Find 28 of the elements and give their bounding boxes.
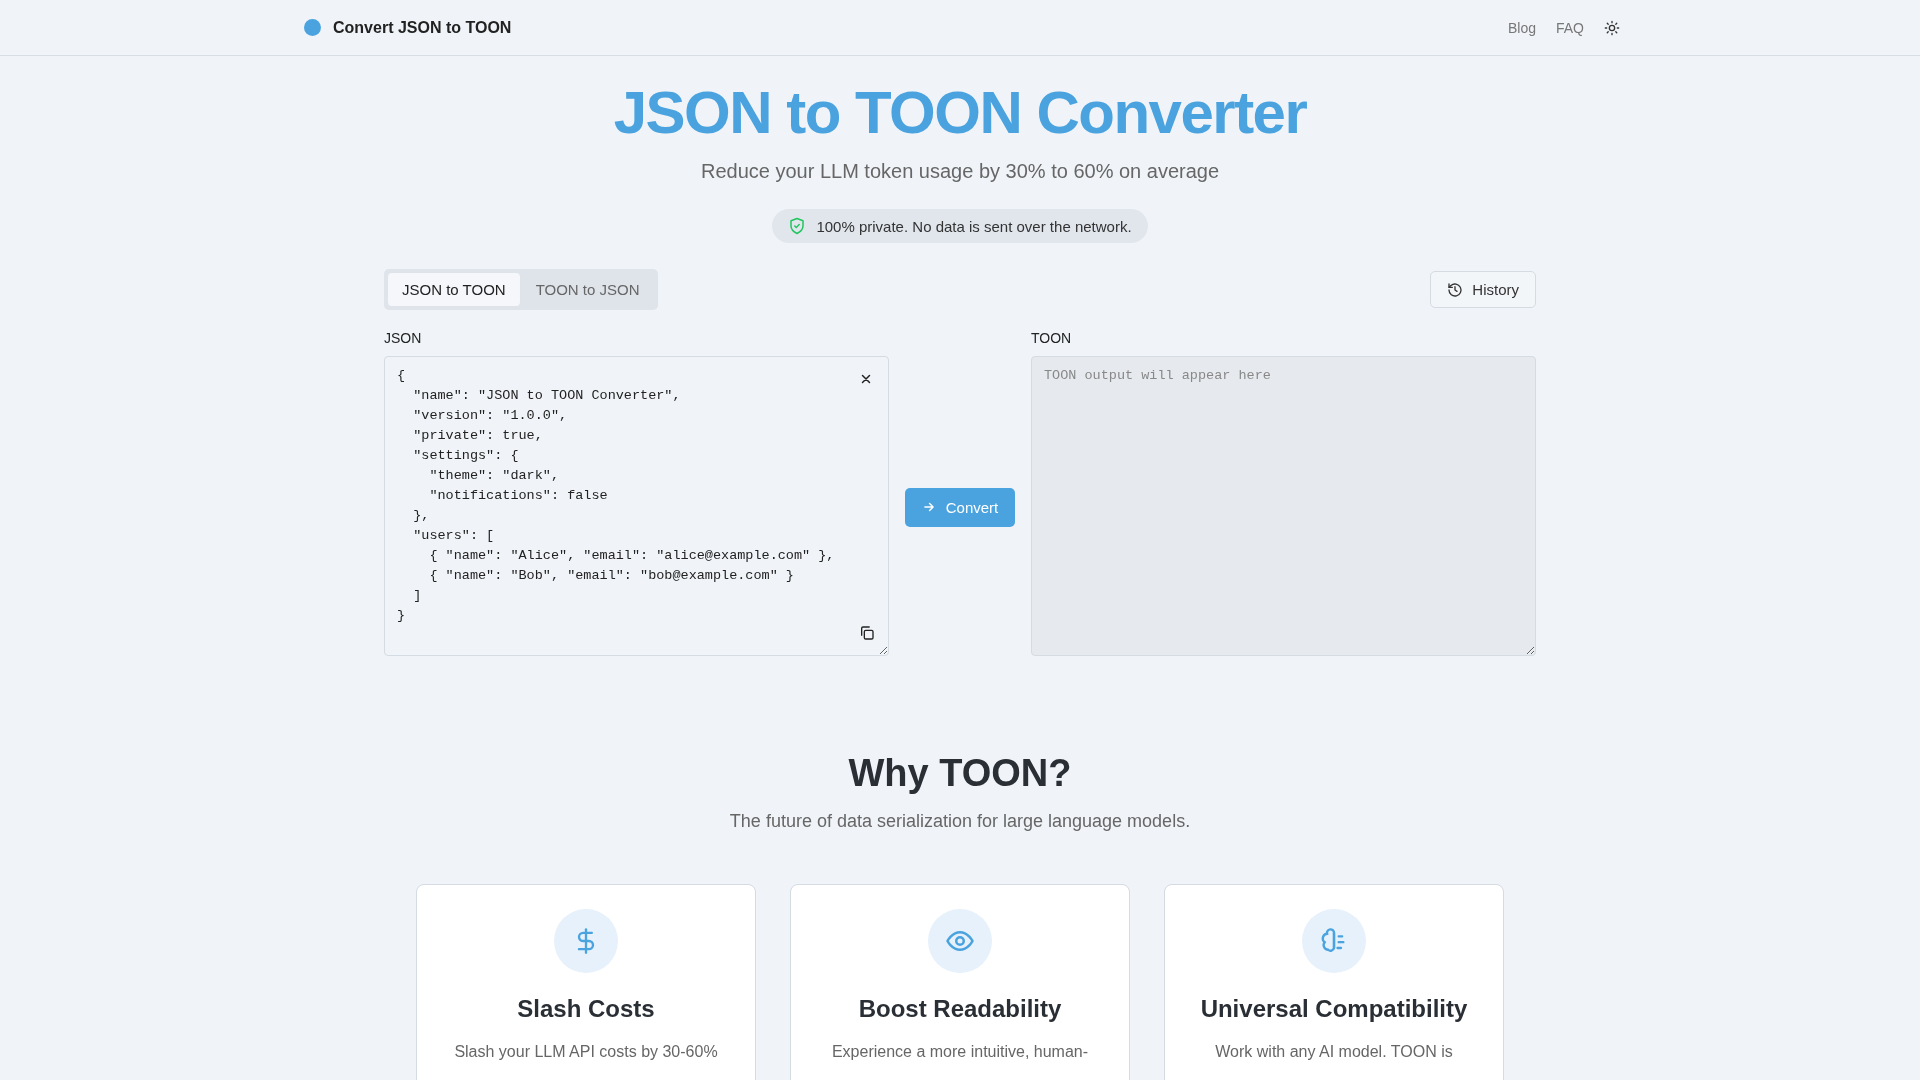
mode-tab[interactable]: TOON to JSON — [521, 273, 654, 306]
card-title: Slash Costs — [517, 995, 655, 1023]
shield-check-icon — [788, 217, 807, 235]
toon-label: TOON — [1031, 330, 1073, 346]
site-title-link[interactable]: Convert JSON to TOON — [333, 18, 512, 37]
nav-link[interactable]: Blog — [1507, 19, 1536, 36]
history-button[interactable]: History — [1430, 271, 1536, 308]
card-description: Slash your LLM API costs by 30-60% — [454, 1043, 718, 1061]
card-title: Boost Readability — [858, 995, 1062, 1023]
card-description: Experience a more intuitive, human- — [831, 1043, 1089, 1061]
card-title: Universal Compatibility — [1200, 995, 1468, 1023]
card-description: Work with any AI model. TOON is — [1215, 1043, 1453, 1061]
privacy-text: 100% private. No data is sent over the network. — [816, 217, 1132, 235]
section-title: Why TOON? — [847, 752, 1073, 795]
history-icon — [1447, 281, 1464, 298]
json-input-field[interactable]: { "name": "JSON to TOON Converter", "version": "1.0.0", "private": true, "settings": { "theme": "dark", "notifications": false }, "users": [ { "name": "Alice", "email": "alice@example.com" }, { "name": "Bob", "email": "bob@example.com" } ] } — [384, 356, 889, 656]
arrow-right-icon — [921, 500, 936, 514]
nav-link[interactable]: FAQ — [1556, 19, 1584, 36]
theme-toggle-icon[interactable] — [1604, 19, 1620, 36]
close-icon[interactable] — [859, 372, 873, 386]
page-title: JSON to TOON Converter — [612, 78, 1308, 148]
logo-icon — [304, 19, 321, 36]
section-subtitle: The future of data serialization for large language models. — [728, 811, 1192, 832]
json-label: JSON — [384, 330, 423, 346]
copy-icon[interactable] — [859, 625, 875, 641]
page-subtitle: Reduce your LLM token usage by 30% to 60% on average — [699, 160, 1221, 183]
toon-output-field[interactable]: TOON output will appear here — [1031, 356, 1536, 656]
mode-tab[interactable]: JSON to TOON — [388, 273, 520, 306]
